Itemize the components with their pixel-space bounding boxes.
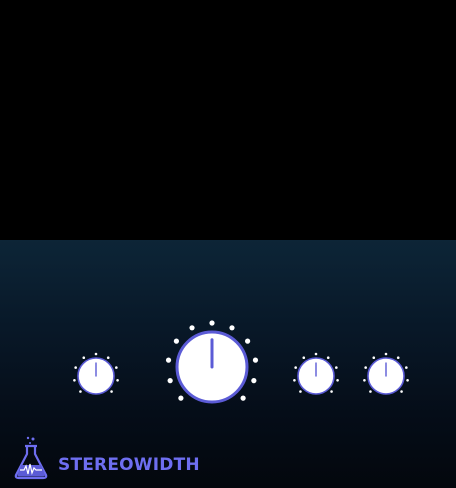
knob-scale-dot — [82, 356, 86, 360]
knob-scale-dot — [335, 366, 338, 369]
knob-scale-dot — [326, 356, 330, 360]
knob-scale-dot — [302, 356, 306, 360]
knob-scale-dot — [106, 356, 110, 360]
knob-scale-dot — [406, 378, 409, 382]
knob-scale-dot — [94, 352, 98, 356]
plugin-name: STEREOWIDTH — [58, 455, 200, 475]
knob-3[interactable] — [292, 352, 340, 400]
knob-scale-dot — [110, 390, 113, 393]
knob-scale-dot — [115, 366, 118, 369]
knob-scale-dot — [240, 395, 246, 401]
knob-main[interactable] — [165, 320, 259, 413]
knob-scale-dot — [336, 378, 339, 382]
knob-scale-dot — [252, 357, 259, 363]
knob-scale-dot — [167, 378, 173, 384]
knob-scale-dot — [372, 356, 376, 360]
knob-scale-dot — [178, 395, 184, 401]
knob-scale-dot — [74, 366, 77, 369]
knob-scale-dot — [299, 390, 302, 393]
knob-scale-dot — [384, 352, 388, 356]
knob-1[interactable] — [72, 352, 120, 400]
knob-scale-dot — [229, 325, 235, 331]
knob-scale-dot — [400, 390, 403, 393]
knob-scale-dot — [116, 378, 119, 382]
knob-scale-dot — [73, 378, 76, 382]
knob-scale-dot — [363, 378, 366, 382]
knob-scale-dot — [165, 357, 172, 363]
knob-scale-dot — [293, 378, 296, 382]
knob-scale-dot — [405, 366, 408, 369]
knob-scale-dot — [189, 325, 195, 331]
knob-scale-dot — [314, 352, 318, 356]
knob-scale-dot — [369, 390, 372, 393]
knob-scale-dot — [245, 338, 251, 344]
knob-4[interactable] — [362, 352, 410, 400]
knob-scale-dot — [79, 390, 82, 393]
knob-scale-dot — [330, 390, 333, 393]
empty-top-area — [0, 0, 456, 240]
knob-scale-dot — [396, 356, 400, 360]
knob-scale-dot — [251, 378, 257, 384]
knob-scale-dot — [209, 320, 215, 326]
knob-scale-dot — [294, 366, 297, 369]
knob-scale-dot — [364, 366, 367, 369]
flask-waveform-icon — [12, 434, 50, 480]
knob-scale-dot — [173, 338, 179, 344]
brand: STEREOWIDTH — [12, 434, 200, 480]
